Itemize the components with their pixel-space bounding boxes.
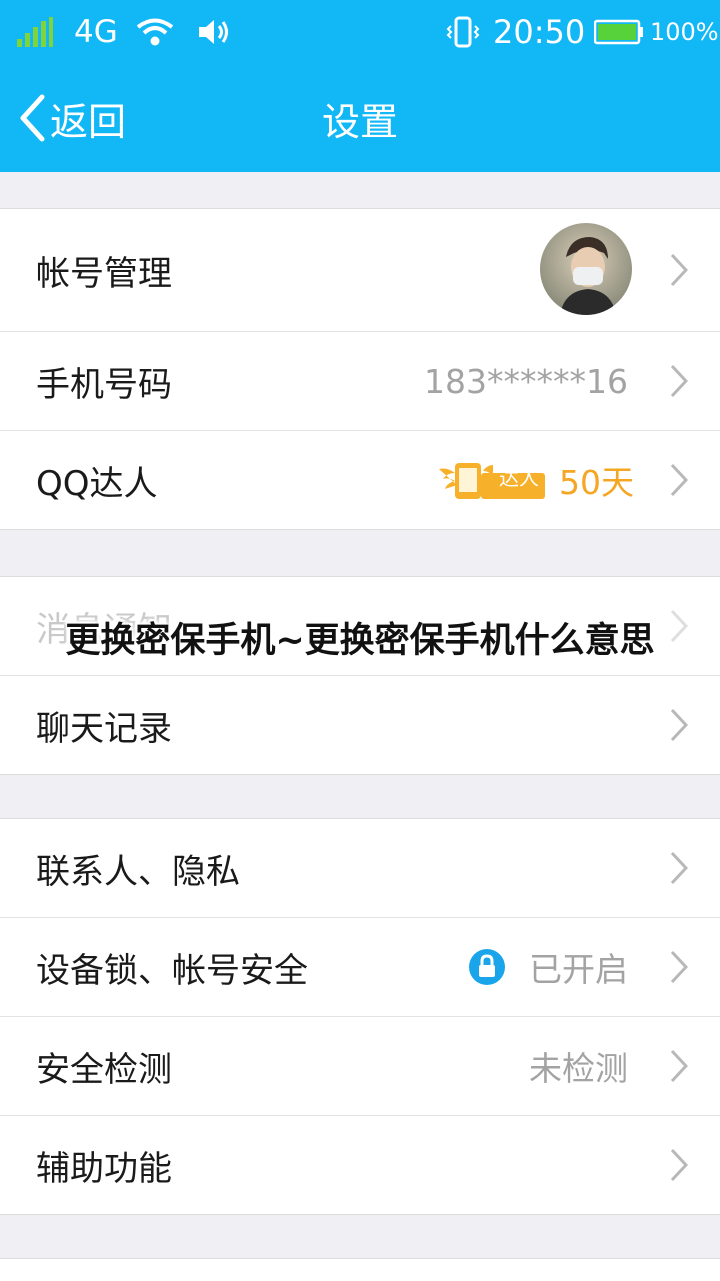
row-label: 帐号管理 <box>36 253 172 294</box>
row-qq-daren[interactable]: QQ达人 达人 50天 <box>0 431 720 529</box>
daren-badge-text: 达人 <box>499 466 539 490</box>
chevron-right-icon <box>670 950 688 984</box>
settings-group-messages: 消息通知 聊天记录 <box>0 576 720 775</box>
page-title: 设置 <box>321 99 398 144</box>
chevron-right-icon <box>670 708 688 742</box>
device-lock-status: 已开启 <box>469 943 628 991</box>
row-account-management[interactable]: 帐号管理 <box>0 209 720 332</box>
row-label: 联系人、隐私 <box>36 851 240 892</box>
row-accessibility[interactable]: 辅助功能 <box>0 1116 720 1214</box>
chevron-right-icon <box>670 463 688 497</box>
daren-days: 50天 <box>559 463 634 502</box>
status-bar: 4G 20:50 100% <box>0 0 720 64</box>
chevron-right-icon <box>670 851 688 885</box>
network-type: 4G <box>74 14 118 50</box>
row-device-lock[interactable]: 设备锁、帐号安全 已开启 <box>0 918 720 1017</box>
settings-group-next <box>0 1258 720 1281</box>
row-phone-number[interactable]: 手机号码 183******16 <box>0 332 720 431</box>
row-notifications[interactable]: 消息通知 <box>0 577 720 676</box>
row-contacts-privacy[interactable]: 联系人、隐私 <box>0 819 720 918</box>
security-check-status: 未检测 <box>529 1049 628 1088</box>
row-label: 设备锁、帐号安全 <box>36 950 308 991</box>
vibrate-icon <box>446 0 480 64</box>
row-label: QQ达人 <box>36 463 158 504</box>
navigation-bar: 返回 设置 <box>0 64 720 172</box>
settings-group-account: 帐号管理 手机号码 183******16 QQ达人 达人 50天 <box>0 208 720 530</box>
avatar <box>540 223 632 315</box>
chevron-right-icon <box>670 1148 688 1182</box>
device-lock-status-text: 已开启 <box>529 950 628 989</box>
wifi-icon <box>136 0 174 64</box>
row-label: 辅助功能 <box>36 1148 172 1189</box>
chevron-right-icon <box>670 253 688 287</box>
lock-icon <box>469 949 505 985</box>
battery-icon <box>594 0 644 64</box>
clock: 20:50 <box>493 13 586 51</box>
row-label: 消息通知 <box>36 609 172 650</box>
settings-group-security: 联系人、隐私 设备锁、帐号安全 已开启 安全检测 未检测 辅助功能 <box>0 818 720 1215</box>
volume-icon <box>196 0 230 64</box>
phone-value: 183******16 <box>424 361 628 401</box>
row-label: 安全检测 <box>36 1049 172 1090</box>
row-security-check[interactable]: 安全检测 未检测 <box>0 1017 720 1116</box>
row-label: 手机号码 <box>36 364 172 405</box>
chevron-right-icon <box>670 364 688 398</box>
chevron-right-icon <box>670 1049 688 1083</box>
battery-percent: 100% <box>650 18 719 46</box>
chevron-right-icon <box>670 609 688 643</box>
row-label: 聊天记录 <box>36 708 172 749</box>
daren-badge: 达人 50天 <box>437 456 634 504</box>
row-chat-history[interactable]: 聊天记录 <box>0 676 720 774</box>
signal-icon <box>16 0 54 64</box>
